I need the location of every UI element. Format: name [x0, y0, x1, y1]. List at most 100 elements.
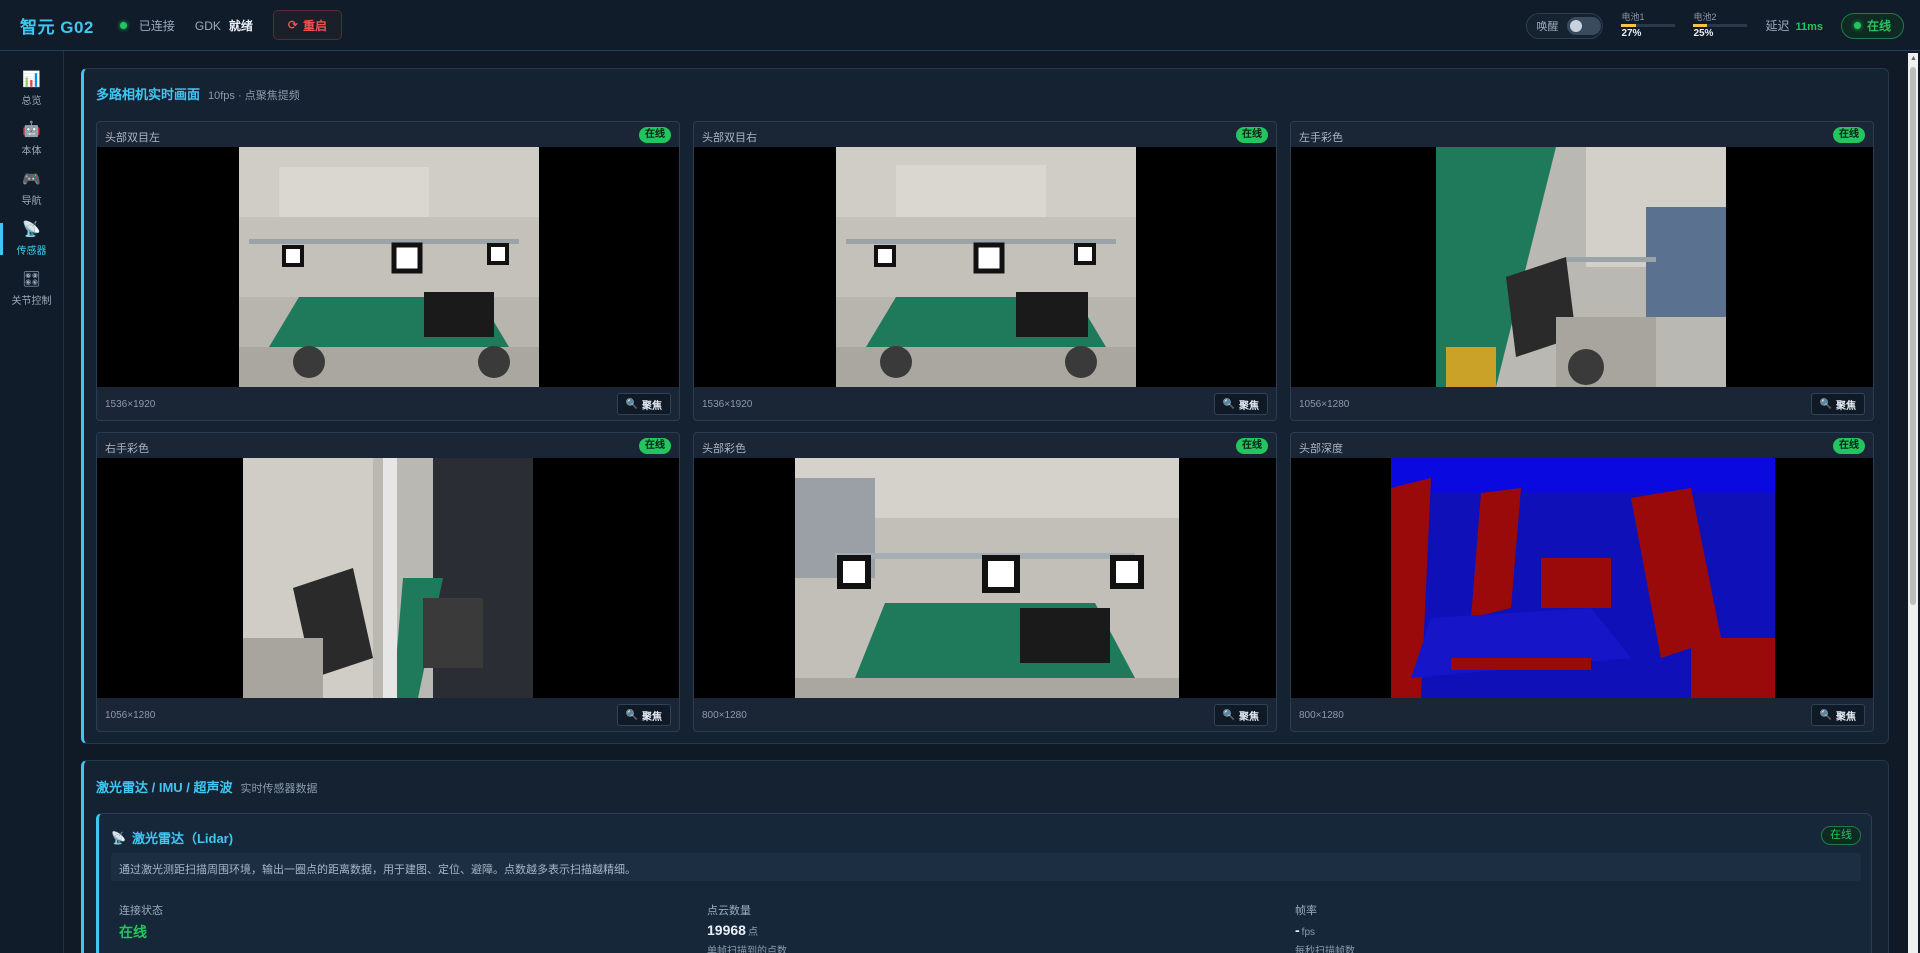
battery-1-percent: 27%	[1621, 28, 1642, 39]
focus-button[interactable]: 🔍 聚焦	[1213, 393, 1268, 415]
search-icon: 🔍	[1222, 398, 1235, 410]
camera-view[interactable]	[97, 147, 679, 387]
joint-grid-icon: 🎛	[21, 271, 42, 288]
camera-name: 头部彩色	[702, 443, 746, 455]
app-title: 智元 G02	[20, 17, 94, 37]
stat-unit: 点	[747, 927, 758, 938]
search-icon: 🔍	[1819, 709, 1832, 721]
camera-name: 右手彩色	[105, 443, 149, 455]
restart-button[interactable]: ⟳ 重启	[272, 10, 342, 40]
robot-icon: 🤖	[22, 121, 41, 138]
stat-key: 点云数量	[707, 905, 751, 917]
bar-chart-icon: 📊	[22, 71, 41, 88]
camera-view[interactable]	[97, 458, 679, 698]
gamepad-icon: 🎮	[22, 171, 41, 188]
stat-value: -	[1295, 922, 1300, 938]
status-badge: 在线	[1821, 826, 1861, 845]
camera-resolution: 1056×1280	[1299, 399, 1350, 410]
online-dot-icon	[1853, 22, 1861, 29]
battery-1-bar	[1621, 24, 1676, 27]
focus-label: 聚焦	[642, 711, 662, 723]
lidar-card: 📡 激光雷达（Lidar) 在线 通过激光测距扫描周围环境，输出一圈点的距离数据…	[96, 813, 1872, 953]
online-label: 在线	[1866, 19, 1891, 33]
focus-button[interactable]: 🔍 聚焦	[1810, 393, 1865, 415]
stat-value: 在线	[119, 924, 147, 940]
depth-frame	[1391, 458, 1775, 698]
camera-frame	[1436, 147, 1726, 387]
wake-switch[interactable]	[1567, 16, 1602, 35]
latency: 延迟 11ms	[1765, 17, 1823, 34]
battery-2-label: 电池2	[1693, 12, 1717, 22]
sidebar-item-body[interactable]: 🤖 本体	[0, 117, 63, 161]
focus-button[interactable]: 🔍 聚焦	[1810, 704, 1865, 726]
sidebar-item-label: 导航	[21, 196, 42, 207]
lidar-stat-points: 点云数量 19968 点 单帧扫描到的点数	[707, 902, 787, 953]
camera-frame	[836, 147, 1136, 387]
sidebar-item-sensors[interactable]: 📡 传感器	[0, 217, 63, 261]
lidar-stat-framerate: 帧率 - fps 每秒扫描帧数	[1295, 902, 1355, 953]
camera-card-head-left: 头部双目左 在线 1536×1920 🔍 聚焦	[96, 121, 680, 421]
camera-frame	[239, 147, 539, 387]
wake-toggle[interactable]: 唤醒	[1526, 12, 1604, 39]
camera-card-head-depth: 头部深度 在线 800×1280 🔍 聚焦	[1290, 432, 1874, 732]
camera-name: 头部双目左	[105, 132, 160, 144]
camera-view[interactable]	[1291, 458, 1873, 698]
camera-card-right-hand: 右手彩色 在线 1056×1280 🔍 聚焦	[96, 432, 680, 732]
camera-resolution: 1056×1280	[105, 710, 156, 721]
sidebar-item-joint-control[interactable]: 🎛 关节控制	[0, 267, 63, 311]
sidebar-item-overview[interactable]: 📊 总览	[0, 67, 63, 111]
stat-hint: 每秒扫描帧数	[1295, 946, 1355, 953]
battery-2-bar	[1693, 24, 1748, 27]
focus-button[interactable]: 🔍 聚焦	[1213, 704, 1268, 726]
cameras-panel-subtitle: 10fps · 点聚焦提频	[208, 90, 300, 102]
camera-view[interactable]	[694, 458, 1276, 698]
search-icon: 🔍	[1222, 709, 1235, 721]
camera-view[interactable]	[694, 147, 1276, 387]
sensors-panel: 激光雷达 / IMU / 超声波 实时传感器数据 📡 激光雷达（Lidar) 在…	[81, 760, 1889, 953]
sensors-panel-title: 激光雷达 / IMU / 超声波	[96, 780, 233, 795]
scrollbar-thumb[interactable]	[1910, 67, 1916, 605]
lidar-description: 通过激光测距扫描周围环境，输出一圈点的距离数据，用于建图、定位、避障。点数越多表…	[111, 853, 1861, 881]
gdk-label: GDK	[194, 18, 221, 33]
stat-hint: 单帧扫描到的点数	[707, 946, 787, 953]
battery-2-percent: 25%	[1693, 28, 1714, 39]
status-badge: 在线	[1236, 127, 1268, 143]
search-icon: 🔍	[625, 398, 638, 410]
focus-label: 聚焦	[1836, 400, 1856, 412]
restart-icon: ⟳	[287, 18, 298, 32]
vertical-scrollbar[interactable]: ▲	[1908, 53, 1918, 953]
online-status-badge: 在线	[1840, 12, 1904, 39]
stat-unit: fps	[1301, 927, 1316, 938]
camera-card-head-color: 头部彩色 在线 800×1280 🔍 聚焦	[693, 432, 1277, 732]
camera-resolution: 800×1280	[1299, 710, 1344, 721]
sidebar: 📊 总览 🤖 本体 🎮 导航 📡 传感器 🎛 关节控制	[0, 51, 64, 953]
focus-button[interactable]: 🔍 聚焦	[616, 704, 671, 726]
status-badge: 在线	[639, 438, 671, 454]
camera-card-left-hand: 左手彩色 在线 1056×1280 🔍 聚焦	[1290, 121, 1874, 421]
stat-key: 帧率	[1295, 905, 1317, 917]
status-badge: 在线	[1236, 438, 1268, 454]
status-badge: 在线	[1833, 127, 1865, 143]
focus-button[interactable]: 🔍 聚焦	[616, 393, 671, 415]
sidebar-item-label: 总览	[21, 96, 42, 107]
battery-2: 电池2 25%	[1693, 12, 1751, 39]
camera-frame	[795, 458, 1179, 698]
camera-name: 左手彩色	[1299, 132, 1343, 144]
scroll-up-icon[interactable]: ▲	[1910, 55, 1917, 62]
stat-key: 连接状态	[119, 905, 163, 917]
cameras-panel-title: 多路相机实时画面	[96, 87, 201, 102]
connection-dot-icon	[119, 21, 127, 29]
sidebar-item-label: 本体	[21, 146, 42, 157]
battery-1-label: 电池1	[1621, 12, 1645, 22]
camera-view[interactable]	[1291, 147, 1873, 387]
sensors-panel-subtitle: 实时传感器数据	[240, 783, 318, 795]
focus-label: 聚焦	[1836, 711, 1856, 723]
battery-1: 电池1 27%	[1621, 12, 1679, 39]
latency-label: 延迟	[1765, 19, 1790, 33]
latency-value: 11ms	[1795, 21, 1823, 33]
sidebar-item-navigation[interactable]: 🎮 导航	[0, 167, 63, 211]
connection-status: 已连接	[119, 17, 175, 34]
satellite-dish-icon: 📡	[22, 221, 41, 238]
status-badge: 在线	[1833, 438, 1865, 454]
top-bar: 智元 G02 已连接 GDK 就绪 ⟳ 重启 唤醒 电池1 27% 电池2 25%…	[0, 0, 1920, 51]
